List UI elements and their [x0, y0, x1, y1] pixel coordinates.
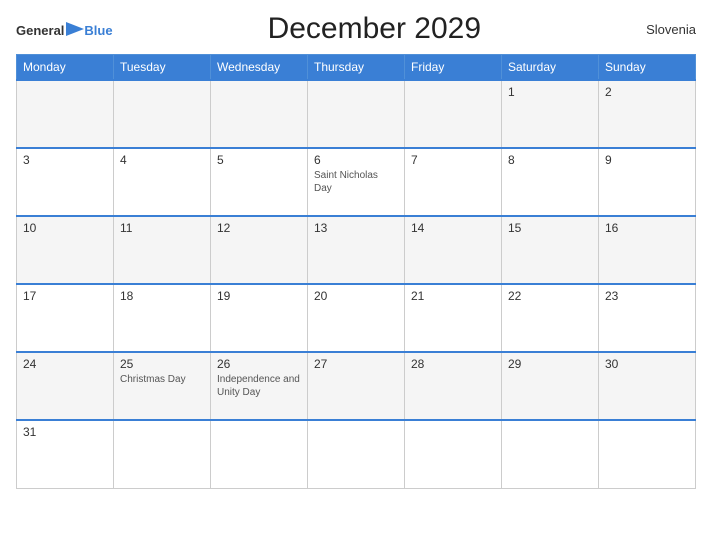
- day-number: 14: [411, 221, 495, 235]
- calendar-cell: 19: [211, 284, 308, 352]
- page: General Blue December 2029 Slovenia Mond…: [0, 0, 712, 550]
- country-label: Slovenia: [636, 22, 696, 37]
- col-friday: Friday: [405, 55, 502, 81]
- day-number: 22: [508, 289, 592, 303]
- calendar-table: Monday Tuesday Wednesday Thursday Friday…: [16, 54, 696, 489]
- header: General Blue December 2029 Slovenia: [16, 12, 696, 46]
- col-monday: Monday: [17, 55, 114, 81]
- calendar-cell: 6 Saint Nicholas Day: [308, 148, 405, 216]
- calendar-title: December 2029: [113, 12, 636, 46]
- calendar-cell: 3: [17, 148, 114, 216]
- logo-blue-text: Blue: [84, 24, 112, 37]
- calendar-cell: 14: [405, 216, 502, 284]
- day-number: 19: [217, 289, 301, 303]
- calendar-cell: [114, 80, 211, 148]
- calendar-cell: 7: [405, 148, 502, 216]
- day-number: 23: [605, 289, 689, 303]
- logo-flag-icon: [66, 22, 84, 36]
- day-number: 4: [120, 153, 204, 167]
- calendar-cell: 10: [17, 216, 114, 284]
- calendar-week-3: 10 11 12 13 14 15 16: [17, 216, 696, 284]
- day-number: 31: [23, 425, 107, 439]
- day-number: 24: [23, 357, 107, 371]
- calendar-cell: 26 Independence and Unity Day: [211, 352, 308, 420]
- day-number: 8: [508, 153, 592, 167]
- day-number: 5: [217, 153, 301, 167]
- calendar-week-2: 3456 Saint Nicholas Day 789: [17, 148, 696, 216]
- calendar-cell: [211, 80, 308, 148]
- calendar-cell: [405, 420, 502, 488]
- calendar-week-5: 24 25 Christmas Day 26 Independence and Unit…: [17, 352, 696, 420]
- calendar-cell: 8: [502, 148, 599, 216]
- calendar-cell: 21: [405, 284, 502, 352]
- day-number: 15: [508, 221, 592, 235]
- calendar-cell: 25 Christmas Day: [114, 352, 211, 420]
- day-number: 12: [217, 221, 301, 235]
- calendar-cell: 31: [17, 420, 114, 488]
- calendar-cell: 9: [599, 148, 696, 216]
- calendar-cell: 4: [114, 148, 211, 216]
- day-number: 6: [314, 153, 398, 167]
- calendar-cell: [308, 420, 405, 488]
- col-saturday: Saturday: [502, 55, 599, 81]
- calendar-cell: 17: [17, 284, 114, 352]
- day-number: 20: [314, 289, 398, 303]
- calendar-cell: [405, 80, 502, 148]
- calendar-cell: 29: [502, 352, 599, 420]
- calendar-cell: 22: [502, 284, 599, 352]
- day-number: 21: [411, 289, 495, 303]
- calendar-cell: [308, 80, 405, 148]
- col-thursday: Thursday: [308, 55, 405, 81]
- calendar-cell: 1: [502, 80, 599, 148]
- day-number: 28: [411, 357, 495, 371]
- calendar-week-6: 31: [17, 420, 696, 488]
- day-number: 26: [217, 357, 301, 371]
- calendar-cell: 15: [502, 216, 599, 284]
- calendar-cell: 2: [599, 80, 696, 148]
- day-number: 10: [23, 221, 107, 235]
- holiday-label: Saint Nicholas Day: [314, 169, 398, 195]
- day-number: 27: [314, 357, 398, 371]
- day-number: 2: [605, 85, 689, 99]
- day-number: 1: [508, 85, 592, 99]
- day-number: 7: [411, 153, 495, 167]
- calendar-week-4: 17 18 19 20 21 22 23: [17, 284, 696, 352]
- calendar-cell: 20: [308, 284, 405, 352]
- calendar-cell: 24: [17, 352, 114, 420]
- calendar-cell: 23: [599, 284, 696, 352]
- col-wednesday: Wednesday: [211, 55, 308, 81]
- calendar-cell: 30: [599, 352, 696, 420]
- day-number: 3: [23, 153, 107, 167]
- calendar-cell: 16: [599, 216, 696, 284]
- day-number: 17: [23, 289, 107, 303]
- logo-general-text: General: [16, 24, 64, 37]
- calendar-cell: 28: [405, 352, 502, 420]
- day-number: 25: [120, 357, 204, 371]
- calendar-header-row: Monday Tuesday Wednesday Thursday Friday…: [17, 55, 696, 81]
- day-number: 13: [314, 221, 398, 235]
- calendar-cell: 12: [211, 216, 308, 284]
- day-number: 29: [508, 357, 592, 371]
- calendar-cell: 27: [308, 352, 405, 420]
- calendar-week-1: 12: [17, 80, 696, 148]
- calendar-cell: [114, 420, 211, 488]
- logo: General Blue: [16, 22, 113, 37]
- calendar-cell: [211, 420, 308, 488]
- calendar-cell: 18: [114, 284, 211, 352]
- col-tuesday: Tuesday: [114, 55, 211, 81]
- calendar-cell: 11: [114, 216, 211, 284]
- holiday-label: Independence and Unity Day: [217, 373, 301, 399]
- calendar-cell: [17, 80, 114, 148]
- day-number: 30: [605, 357, 689, 371]
- calendar-cell: 5: [211, 148, 308, 216]
- day-number: 9: [605, 153, 689, 167]
- calendar-cell: 13: [308, 216, 405, 284]
- col-sunday: Sunday: [599, 55, 696, 81]
- calendar-cell: [502, 420, 599, 488]
- day-number: 18: [120, 289, 204, 303]
- calendar-cell: [599, 420, 696, 488]
- day-number: 16: [605, 221, 689, 235]
- day-number: 11: [120, 221, 204, 235]
- holiday-label: Christmas Day: [120, 373, 204, 386]
